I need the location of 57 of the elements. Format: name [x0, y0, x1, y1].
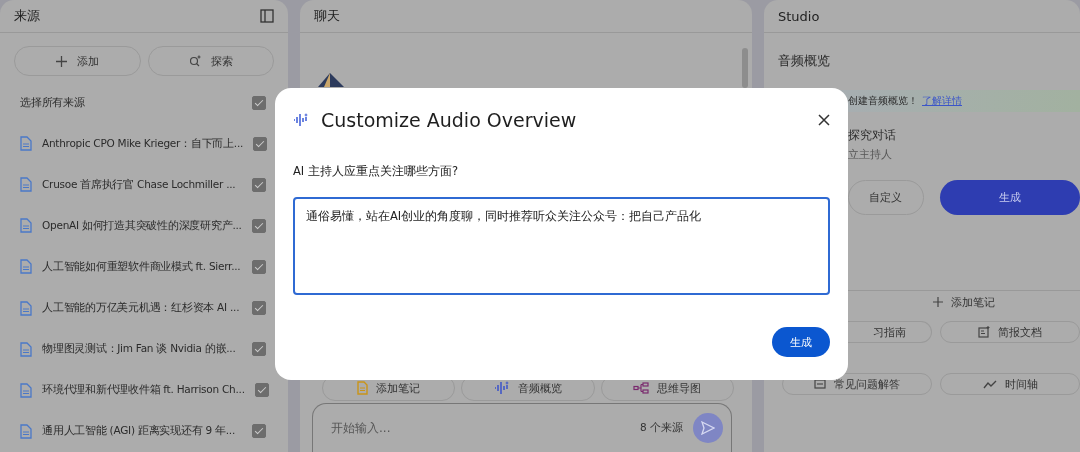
source-title[interactable]: OpenAI 如何打造其突破性的深度研究产...	[42, 218, 242, 233]
close-icon[interactable]	[818, 114, 830, 126]
list-icon	[814, 379, 826, 389]
audio-wave-icon	[494, 380, 510, 396]
search-sparkle-icon	[188, 55, 201, 67]
generate-button[interactable]: 生成	[772, 327, 830, 357]
document-icon	[20, 300, 32, 316]
document-icon	[20, 136, 32, 152]
answer-field[interactable]: 通俗易懂，站在AI创业的角度聊，同时推荐听众关注公众号：把自己产品化	[293, 197, 830, 295]
checkbox[interactable]	[252, 177, 266, 192]
panel-title: 聊天	[314, 7, 340, 25]
checkbox[interactable]	[252, 260, 266, 274]
document-icon	[20, 177, 32, 193]
source-title[interactable]: 通用人工智能 (AGI) 距离实现还有 9 年...	[42, 424, 242, 439]
panel-title: Studio	[778, 8, 820, 24]
panel-title: 来源	[14, 7, 40, 25]
plus-icon	[55, 55, 67, 67]
checkbox[interactable]	[252, 218, 266, 233]
checkbox[interactable]	[252, 301, 266, 316]
scrollbar[interactable]	[742, 48, 748, 88]
trend-icon	[982, 379, 997, 389]
question-label: AI 主持人应重点关注哪些方面?	[293, 164, 460, 179]
audio-wave-icon	[293, 112, 309, 128]
checkbox[interactable]	[252, 95, 266, 110]
mind-map-icon	[633, 382, 650, 394]
sidebar-toggle-icon[interactable]	[260, 9, 274, 23]
send-icon	[701, 421, 715, 435]
banner-text: 创建音频概览！	[848, 94, 918, 108]
document-icon	[20, 341, 32, 357]
checkbox[interactable]	[253, 136, 268, 151]
source-title[interactable]: 物理图灵测试：Jim Fan 谈 Nvidia 的嵌...	[42, 342, 242, 357]
note-icon	[357, 381, 369, 395]
generate-button[interactable]: 生成	[939, 180, 1080, 215]
document-icon	[20, 218, 32, 234]
dialog-title: Customize Audio Overview	[321, 109, 577, 131]
chat-input[interactable]: 开始输入...	[329, 420, 630, 436]
source-title[interactable]: 环境代理和新代理收件箱 ft. Harrison Ch...	[42, 383, 245, 398]
section-title: 音频概览	[777, 52, 831, 70]
document-icon	[20, 423, 32, 439]
document-icon	[20, 259, 32, 275]
source-title[interactable]: Anthropic CPO Mike Krieger：自下而上...	[42, 136, 244, 151]
checkbox[interactable]	[252, 342, 266, 357]
plus-icon	[933, 297, 943, 307]
source-title[interactable]: 人工智能的万亿美元机遇：红杉资本 AI ...	[42, 301, 242, 316]
document-icon	[20, 382, 32, 398]
mountain-logo-icon	[316, 71, 346, 87]
add-note-button[interactable]: 添加笔记	[933, 292, 995, 312]
format-title: 探究对话	[848, 128, 897, 143]
select-all-label: 选择所有来源	[20, 95, 86, 110]
source-count: 8 个来源	[639, 421, 683, 435]
source-title[interactable]: 人工智能如何重塑软件商业模式 ft. Sierr...	[42, 260, 242, 274]
checkbox[interactable]	[252, 424, 266, 439]
format-subtitle: 立主持人	[848, 147, 893, 162]
document-plus-icon	[978, 326, 990, 338]
source-title[interactable]: Crusoe 首席执行官 Chase Lochmiller ...	[42, 177, 242, 192]
send-button[interactable]	[693, 413, 723, 443]
checkbox[interactable]	[254, 383, 269, 398]
